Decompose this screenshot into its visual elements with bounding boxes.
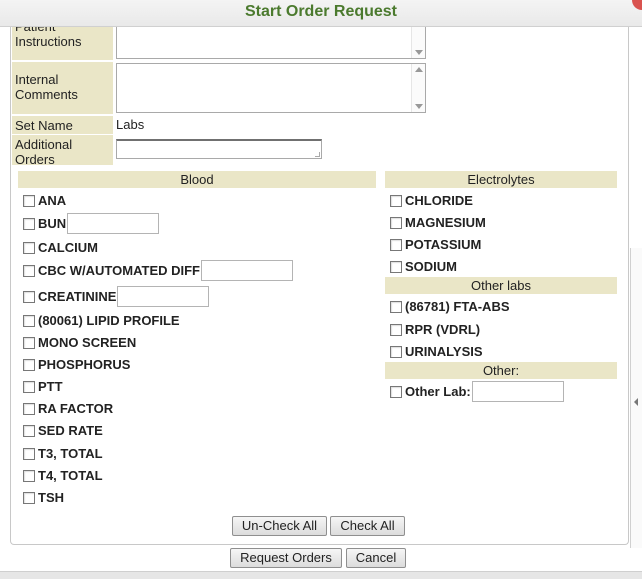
- electrolytes-item-chloride[interactable]: CHLORIDE: [390, 193, 473, 208]
- other-labs-item-urinalysis[interactable]: URINALYSIS: [390, 344, 483, 359]
- electrolytes-item-magnesium[interactable]: MAGNESIUM: [390, 215, 486, 230]
- checkbox[interactable]: [23, 314, 35, 327]
- checkbox[interactable]: [23, 290, 35, 303]
- blood-item-t4-total[interactable]: T4, TOTAL: [23, 468, 103, 483]
- electrolytes-item-potassium[interactable]: POTASSIUM: [390, 237, 481, 252]
- blood-item-lipid-profile[interactable]: (80061) LIPID PROFILE: [23, 313, 180, 328]
- blood-item-bun[interactable]: BUN: [23, 213, 160, 234]
- patient-instructions-scrollbar[interactable]: [411, 27, 425, 58]
- dialog-title-bar: Start Order Request: [0, 0, 642, 27]
- cbc-text-input[interactable]: [201, 260, 293, 281]
- checkbox[interactable]: [23, 264, 35, 277]
- other-item-other-lab[interactable]: Other Lab:: [390, 381, 564, 402]
- close-icon[interactable]: [632, 0, 642, 10]
- checkbox[interactable]: [23, 358, 35, 371]
- checkbox[interactable]: [23, 402, 35, 415]
- checkbox[interactable]: [23, 241, 35, 254]
- set-name-value: Labs: [116, 117, 145, 132]
- blood-item-ptt[interactable]: PTT: [23, 379, 63, 394]
- other-lab-text-input[interactable]: [471, 381, 564, 402]
- patient-instructions-textarea[interactable]: [116, 27, 426, 59]
- internal-comments-scrollbar[interactable]: [411, 64, 425, 112]
- electrolytes-item-sodium[interactable]: SODIUM: [390, 259, 457, 274]
- checkbox[interactable]: [390, 194, 402, 207]
- scroll-left-arrow-icon[interactable]: [634, 398, 638, 406]
- resize-grip-icon[interactable]: [315, 152, 320, 157]
- internal-comments-textarea[interactable]: [116, 63, 426, 113]
- cancel-button[interactable]: Cancel: [346, 548, 406, 568]
- checkbox[interactable]: [23, 424, 35, 437]
- checkbox[interactable]: [390, 300, 402, 313]
- blood-item-creatinine[interactable]: CREATININE: [23, 286, 210, 307]
- other-labs-item-fta-abs[interactable]: (86781) FTA-ABS: [390, 299, 510, 314]
- uncheck-all-button[interactable]: Un-Check All: [232, 516, 327, 536]
- set-name-label: Set Name: [15, 118, 73, 133]
- window-bottom-edge: [0, 571, 642, 579]
- checkbox[interactable]: [390, 385, 402, 398]
- creatinine-text-input[interactable]: [117, 286, 210, 307]
- checkbox[interactable]: [23, 447, 35, 460]
- checkbox[interactable]: [23, 469, 35, 482]
- dialog-title: Start Order Request: [244, 3, 398, 20]
- checkbox[interactable]: [390, 238, 402, 251]
- additional-orders-input[interactable]: [116, 139, 322, 159]
- blood-item-mono-screen[interactable]: MONO SCREEN: [23, 335, 136, 350]
- scroll-down-icon[interactable]: [415, 50, 423, 55]
- check-all-button[interactable]: Check All: [330, 516, 405, 536]
- checkbox[interactable]: [390, 323, 402, 336]
- request-orders-button[interactable]: Request Orders: [230, 548, 342, 568]
- scroll-down-icon[interactable]: [415, 104, 423, 109]
- internal-comments-label-cell: Internal Comments: [12, 62, 113, 114]
- blood-item-calcium[interactable]: CALCIUM: [23, 240, 98, 255]
- checkbox[interactable]: [23, 491, 35, 504]
- checkbox[interactable]: [23, 380, 35, 393]
- checkbox[interactable]: [23, 336, 35, 349]
- blood-item-t3-total[interactable]: T3, TOTAL: [23, 446, 103, 461]
- blood-item-cbc[interactable]: CBC W/AUTOMATED DIFF: [23, 260, 293, 281]
- set-name-label-cell: Set Name: [12, 116, 113, 134]
- blood-item-tsh[interactable]: TSH: [23, 490, 64, 505]
- blood-section-heading: Blood: [18, 171, 376, 188]
- other-section-heading: Other:: [385, 362, 617, 379]
- blood-item-phosphorus[interactable]: PHOSPHORUS: [23, 357, 130, 372]
- patient-instructions-label-cell: Patient Instructions: [12, 27, 113, 60]
- checkbox[interactable]: [390, 216, 402, 229]
- other-labs-section-heading: Other labs: [385, 277, 617, 294]
- checkbox[interactable]: [23, 217, 35, 230]
- scroll-up-icon[interactable]: [415, 67, 423, 72]
- checkbox[interactable]: [23, 194, 35, 207]
- electrolytes-section-heading: Electrolytes: [385, 171, 617, 188]
- bun-text-input[interactable]: [67, 213, 160, 234]
- checkbox[interactable]: [390, 260, 402, 273]
- blood-item-ana[interactable]: ANA: [23, 193, 66, 208]
- internal-comments-label: Internal Comments: [15, 72, 78, 102]
- other-labs-item-rpr-vdrl[interactable]: RPR (VDRL): [390, 322, 480, 337]
- patient-instructions-label: Patient Instructions: [15, 27, 82, 49]
- additional-orders-label: Additional Orders: [15, 137, 73, 165]
- checkbox[interactable]: [390, 345, 402, 358]
- additional-orders-label-cell: Additional Orders: [12, 135, 113, 165]
- window-scrollbar[interactable]: [630, 248, 642, 548]
- blood-item-ra-factor[interactable]: RA FACTOR: [23, 401, 113, 416]
- blood-item-sed-rate[interactable]: SED RATE: [23, 423, 103, 438]
